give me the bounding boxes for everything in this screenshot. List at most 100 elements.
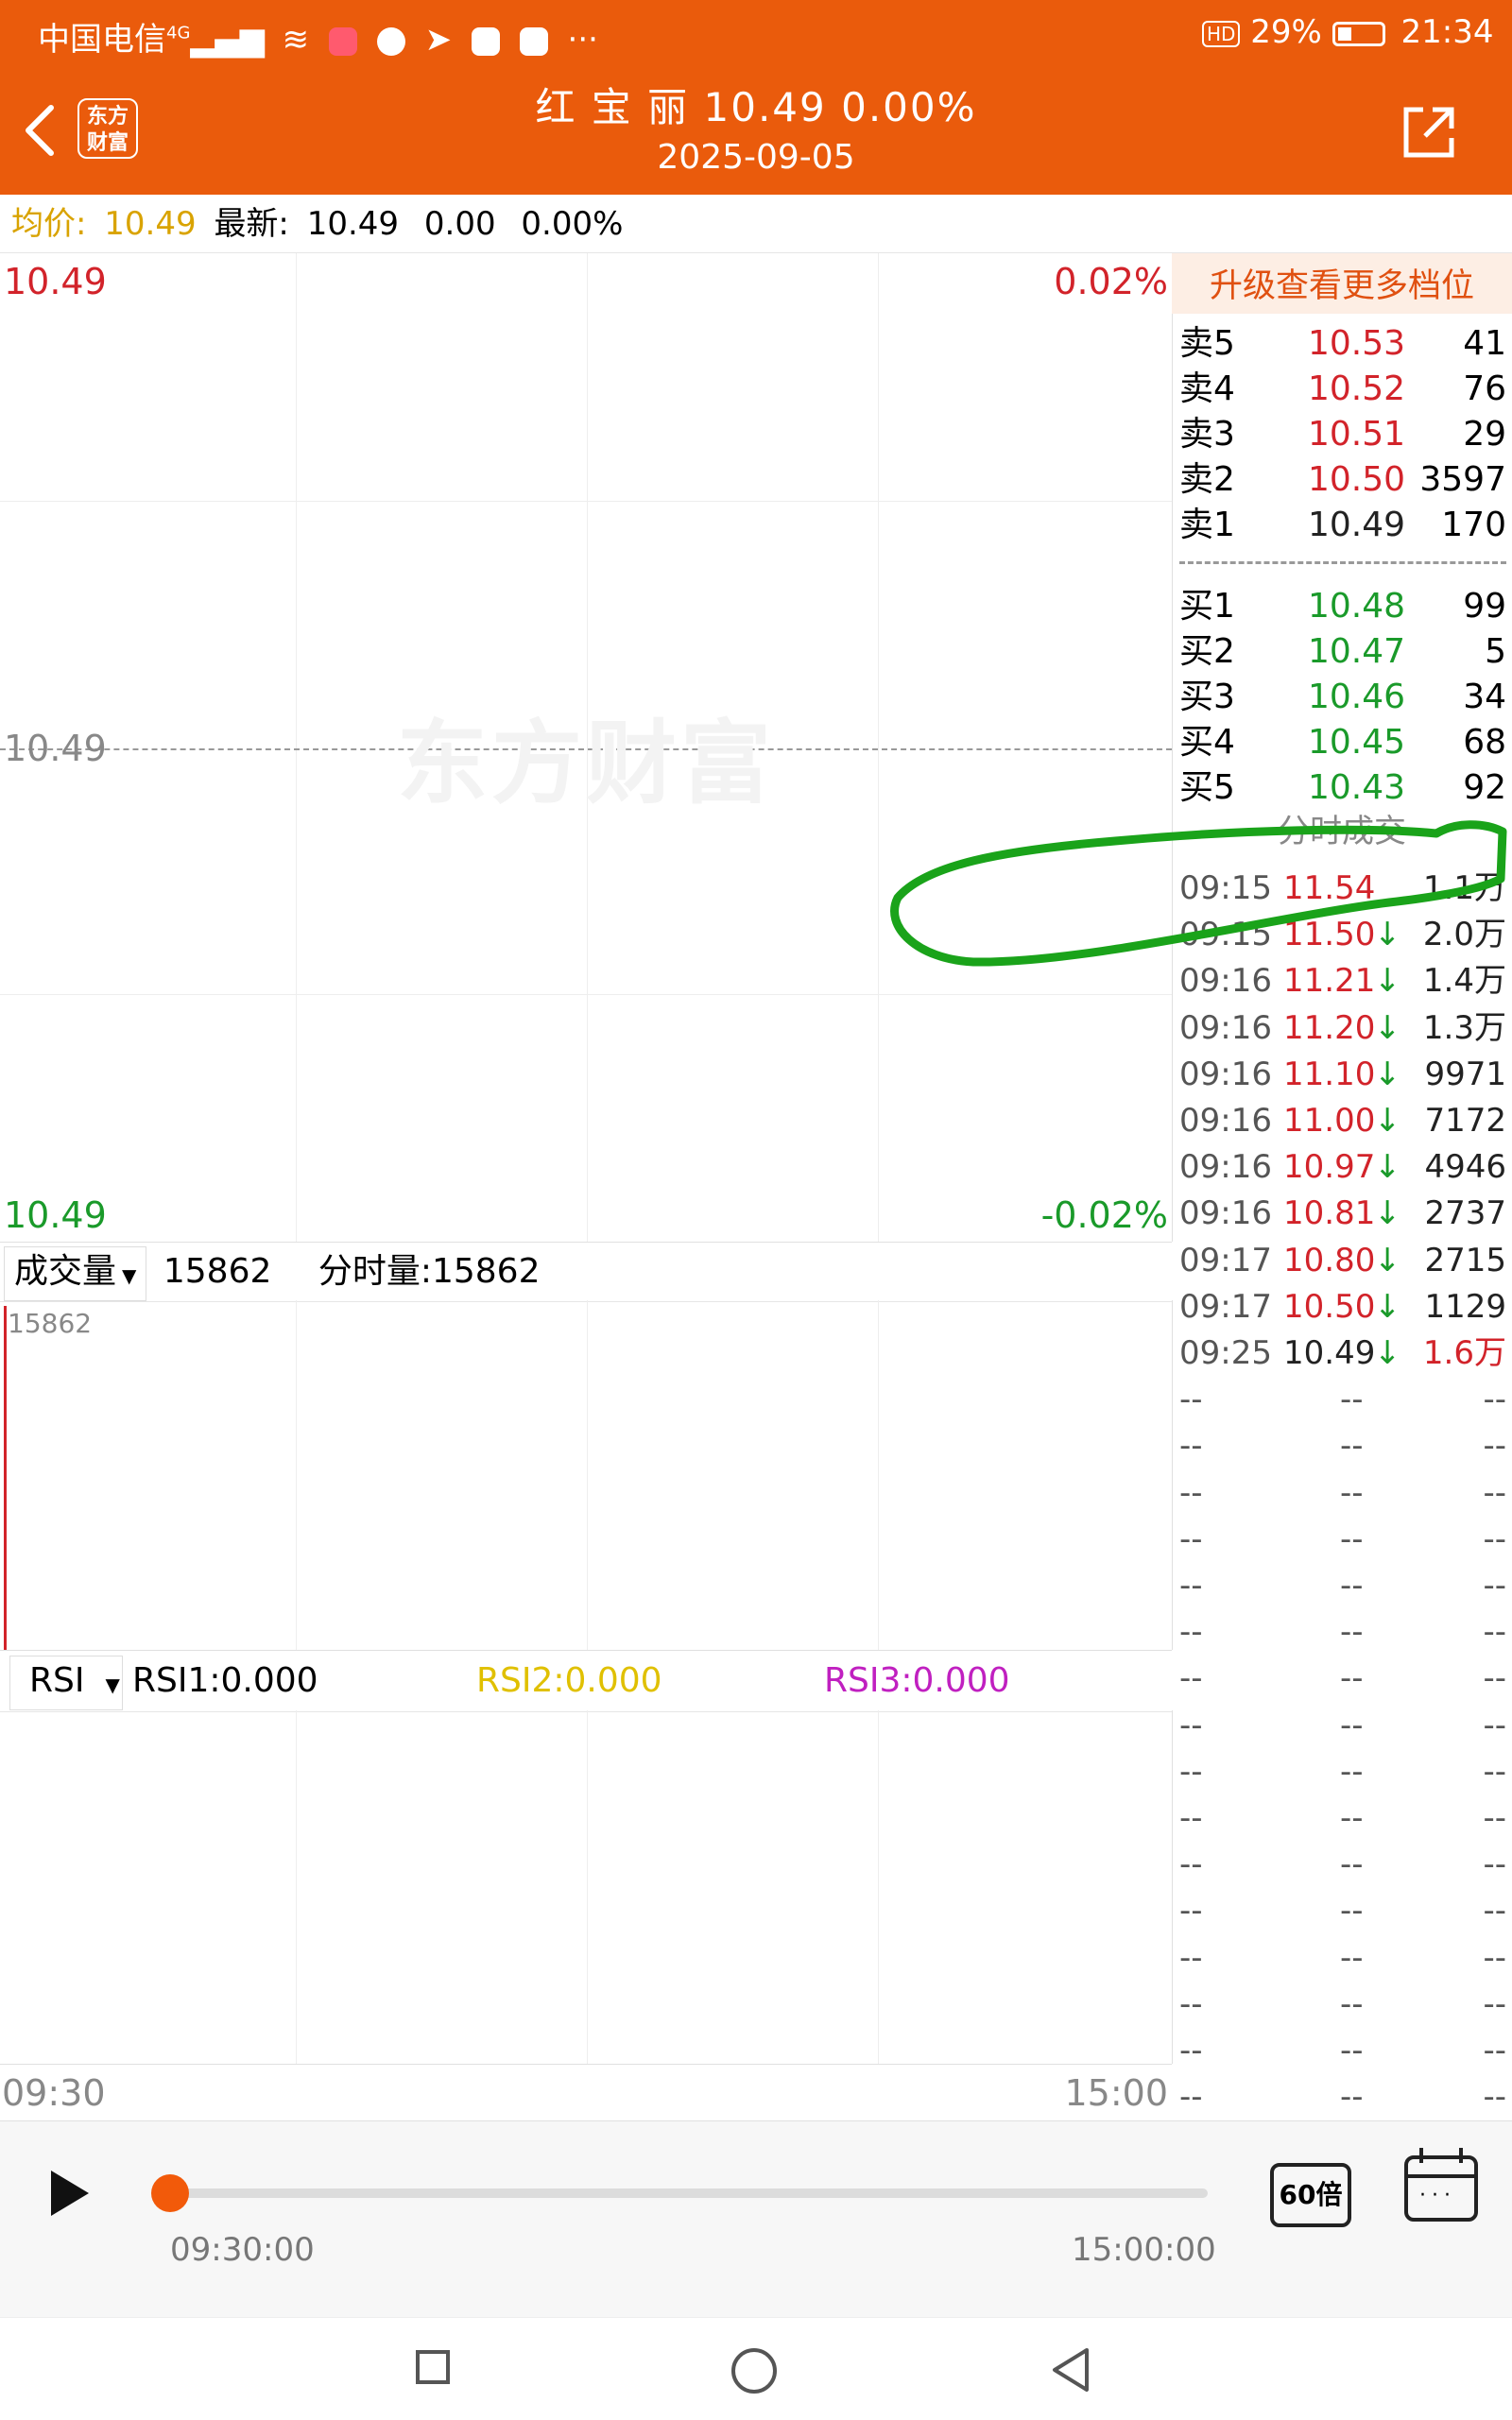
tick-price: 11.20 — [1283, 1008, 1376, 1047]
time-axis: 09:30 15:00 — [0, 2064, 1172, 2121]
orderbook-row: 买2 10.47 5 — [1179, 629, 1506, 675]
back-nav-icon[interactable] — [1049, 2346, 1091, 2394]
time-end-label: 15:00 — [1064, 2072, 1168, 2114]
speed-button[interactable]: 60倍 — [1270, 2163, 1351, 2227]
system-nav-bar — [0, 2317, 1512, 2420]
orderbook-volume: 76 — [1463, 369, 1506, 408]
tick-volume: 4946 — [1424, 1148, 1506, 1187]
orderbook-price: 10.48 — [1308, 587, 1406, 626]
tick-placeholder: -- — [1483, 1799, 1506, 1837]
volume-selector-label: 成交量 — [14, 1252, 117, 1291]
tick-down-arrow-icon: ↓ — [1374, 1102, 1401, 1140]
tick-down-arrow-icon: ↓ — [1374, 1008, 1401, 1047]
recents-icon[interactable] — [416, 2350, 450, 2384]
volume-selector[interactable]: 成交量 ▼ — [4, 1246, 147, 1301]
rsi3-value: RSI3:0.000 — [824, 1661, 1010, 1700]
share-icon[interactable] — [1399, 102, 1459, 163]
orderbook-divider — [1179, 561, 1506, 564]
change-value: 0.00 — [423, 205, 496, 243]
tick-placeholder: -- — [1340, 1892, 1364, 1931]
tick-placeholder: -- — [1179, 2032, 1203, 2069]
hand-drawn-annotation — [890, 820, 1507, 967]
tick-placeholder: -- — [1340, 1845, 1364, 1884]
tick-row-empty: -- -- -- — [1179, 1842, 1506, 1888]
tick-volume: 1.6万 — [1422, 1334, 1506, 1372]
orderbook-price: 10.50 — [1308, 460, 1406, 499]
orderbook-row: 卖4 10.52 76 — [1179, 367, 1506, 412]
orderbook-price: 10.43 — [1308, 768, 1406, 807]
tick-down-arrow-icon: ↓ — [1374, 1148, 1401, 1187]
orderbook-level: 买4 — [1179, 723, 1235, 762]
orderbook-row: 买1 10.48 99 — [1179, 584, 1506, 629]
orderbook-volume: 34 — [1463, 678, 1506, 716]
orderbook-price: 10.49 — [1308, 506, 1406, 544]
tick-placeholder: -- — [1483, 1938, 1506, 1977]
change-pct: 0.00% — [521, 205, 624, 243]
intraday-chart[interactable]: 东方财富 10.49 0.02% 10.49 10.49 -0.02% — [0, 253, 1173, 1242]
calendar-icon[interactable]: ··· — [1404, 2148, 1478, 2222]
orderbook-level: 卖4 — [1179, 369, 1235, 408]
tick-placeholder: -- — [1483, 2078, 1506, 2117]
tick-placeholder: -- — [1340, 1706, 1364, 1744]
tick-placeholder: -- — [1340, 2078, 1364, 2117]
baidu-icon — [519, 26, 548, 56]
tick-placeholder: -- — [1179, 1706, 1203, 1744]
orderbook-price: 10.45 — [1308, 723, 1406, 762]
tick-placeholder: -- — [1179, 1938, 1203, 1977]
tick-time: 09:16 — [1179, 1055, 1272, 1093]
volume-bar — [4, 1306, 7, 1650]
tick-placeholder: -- — [1179, 1519, 1203, 1558]
orderbook-level: 卖2 — [1179, 460, 1235, 499]
tick-time: 09:16 — [1179, 1194, 1272, 1233]
tick-placeholder: -- — [1340, 1473, 1364, 1512]
tick-placeholder: -- — [1483, 1473, 1506, 1512]
tick-placeholder: -- — [1483, 1659, 1506, 1698]
tick-row-empty: -- -- -- — [1179, 1656, 1506, 1702]
orderbook-volume: 5 — [1485, 632, 1506, 671]
playback-slider[interactable] — [168, 2188, 1208, 2198]
bottom-pct-label: -0.02% — [1040, 1194, 1168, 1236]
tick-placeholder: -- — [1179, 1659, 1203, 1698]
stock-date: 2025-09-05 — [657, 138, 855, 177]
tick-volume: 1.3万 — [1422, 1008, 1506, 1047]
tick-row-empty: -- -- -- — [1179, 1749, 1506, 1795]
tick-row-empty: -- -- -- — [1179, 1935, 1506, 1982]
orderbook-row: 卖3 10.51 29 — [1179, 412, 1506, 457]
tick-row-empty: -- -- -- — [1179, 2074, 1506, 2120]
tick-volume: 1129 — [1424, 1287, 1506, 1326]
playback-end-time: 15:00:00 — [1072, 2231, 1216, 2269]
orderbook-level: 买2 — [1179, 632, 1235, 671]
rsi-selector[interactable]: RSI ▼ — [9, 1656, 123, 1710]
tick-placeholder: -- — [1179, 1381, 1203, 1419]
tick-placeholder: -- — [1483, 1845, 1506, 1884]
rsi-chart — [0, 1710, 1173, 2064]
orderbook-row: 卖2 10.50 3597 — [1179, 457, 1506, 503]
playback-start-time: 09:30:00 — [170, 2231, 315, 2269]
dropdown-icon: ▼ — [122, 1264, 137, 1287]
upgrade-levels-button[interactable]: 升级查看更多档位 — [1172, 253, 1512, 314]
tick-row-empty: -- -- -- — [1179, 1563, 1506, 1609]
latest-value: 10.49 — [306, 205, 400, 243]
tick-placeholder: -- — [1340, 1984, 1364, 2023]
tick-placeholder: -- — [1179, 1567, 1203, 1605]
tick-placeholder: -- — [1179, 1892, 1203, 1931]
playback-bar: 09:30:00 15:00:00 60倍 ··· — [0, 2120, 1512, 2318]
orderbook-price: 10.47 — [1308, 632, 1406, 671]
tick-row: 09:25 10.49 ↓ 1.6万 — [1179, 1330, 1506, 1377]
home-icon[interactable] — [731, 2348, 777, 2394]
tick-placeholder: -- — [1179, 1473, 1203, 1512]
orderbook-price: 10.53 — [1308, 324, 1406, 363]
playback-knob[interactable] — [151, 2174, 189, 2212]
tick-placeholder: -- — [1483, 1519, 1506, 1558]
tick-row: 09:16 11.20 ↓ 1.3万 — [1179, 1005, 1506, 1052]
orderbook-price: 10.51 — [1308, 415, 1406, 454]
tick-row: 09:16 10.97 ↓ 4946 — [1179, 1144, 1506, 1191]
tick-placeholder: -- — [1340, 1938, 1364, 1977]
tick-placeholder: -- — [1483, 1752, 1506, 1791]
tick-time: 09:17 — [1179, 1241, 1272, 1279]
tick-row-empty: -- -- -- — [1179, 1795, 1506, 1842]
orderbook-price: 10.52 — [1308, 369, 1406, 408]
play-icon[interactable] — [51, 2171, 89, 2216]
volume-value: 15862 — [163, 1252, 272, 1291]
fs-volume-label: 分时量:15862 — [318, 1252, 541, 1291]
